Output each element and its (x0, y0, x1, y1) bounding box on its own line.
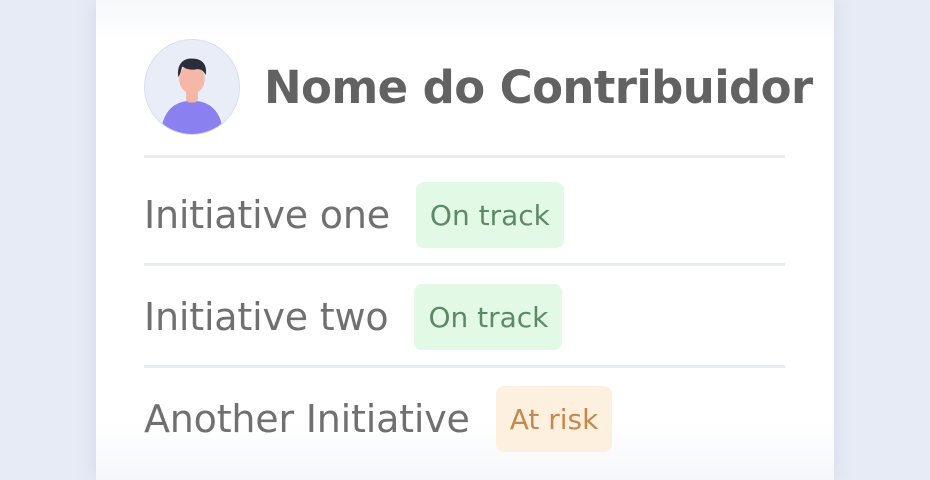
initiative-name: Initiative two (144, 295, 389, 339)
initiative-name: Initiative one (144, 193, 390, 237)
status-badge: On track (414, 284, 563, 350)
avatar (144, 39, 240, 135)
initiative-row: Another Initiative At risk (144, 386, 785, 452)
contributor-card: Nome do Contribuidor Initiative one On t… (96, 0, 834, 480)
status-badge: At risk (495, 386, 613, 452)
user-avatar-icon (145, 40, 239, 134)
status-badge: On track (415, 182, 564, 248)
divider (144, 263, 785, 266)
divider (144, 155, 785, 158)
divider (144, 365, 785, 368)
contributor-header: Nome do Contribuidor (144, 38, 813, 136)
contributor-name: Nome do Contribuidor (264, 60, 813, 114)
initiative-row: Initiative one On track (144, 182, 785, 248)
initiative-row: Initiative two On track (144, 284, 785, 350)
initiative-name: Another Initiative (144, 397, 470, 441)
